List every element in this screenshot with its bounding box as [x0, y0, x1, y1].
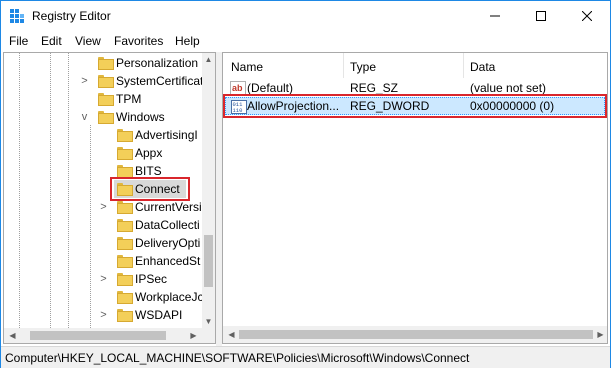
folder-icon [117, 165, 133, 178]
menu-bar: File Edit View Favorites Help [1, 31, 610, 51]
folder-icon [117, 237, 133, 250]
close-button[interactable] [564, 1, 610, 31]
column-separator[interactable] [343, 53, 344, 78]
registry-editor-icon [10, 9, 24, 23]
folder-icon [98, 75, 114, 88]
tree-vertical-scroll-thumb[interactable] [204, 235, 213, 287]
tree-horizontal-scrollbar[interactable]: ◀ ▶ [4, 328, 202, 343]
list-horizontal-scrollbar[interactable]: ◀ ▶ [223, 326, 607, 343]
tree-node-personalization[interactable]: Personalization [4, 54, 204, 72]
folder-icon [117, 219, 133, 232]
scroll-left-arrow-icon[interactable]: ◀ [6, 329, 19, 342]
column-separator[interactable] [463, 53, 464, 78]
list-horizontal-scroll-thumb[interactable] [239, 330, 593, 339]
expand-chevron-icon[interactable]: > [99, 309, 108, 321]
folder-icon [117, 291, 133, 304]
close-icon [582, 11, 592, 21]
tree-node-advertisinginfo[interactable]: AdvertisingI [4, 126, 204, 144]
minimize-icon [490, 15, 500, 17]
scroll-left-arrow-icon[interactable]: ◀ [225, 328, 238, 341]
tree-node-enhancedstorage[interactable]: EnhancedSt [4, 252, 204, 270]
menu-help[interactable]: Help [175, 34, 200, 48]
menu-file[interactable]: File [9, 34, 28, 48]
registry-editor-window: Registry Editor File Edit View Favorites… [0, 0, 611, 368]
minimize-button[interactable] [472, 1, 518, 31]
scrollbar-corner [202, 328, 215, 343]
tree-vertical-scrollbar[interactable]: ▲ ▼ [202, 53, 215, 328]
key-tree-pane[interactable]: Personalization > SystemCertificat TPM v… [3, 52, 216, 344]
folder-icon [117, 129, 133, 142]
tree-node-systemcertificates[interactable]: > SystemCertificat [4, 72, 204, 90]
folder-icon [117, 255, 133, 268]
tree-node-appx[interactable]: Appx [4, 144, 204, 162]
folder-icon [117, 147, 133, 160]
tree-horizontal-scroll-thumb[interactable] [30, 331, 166, 340]
menu-edit[interactable]: Edit [41, 34, 62, 48]
folder-icon [117, 201, 133, 214]
scroll-right-arrow-icon[interactable]: ▶ [187, 329, 200, 342]
string-value-icon: ab [230, 81, 246, 95]
column-header-type[interactable]: Type [350, 53, 376, 78]
expand-chevron-icon[interactable]: > [99, 273, 108, 285]
menu-favorites[interactable]: Favorites [114, 34, 163, 48]
svg-text:ab: ab [232, 83, 243, 93]
tree-node-datacollection[interactable]: DataCollecti [4, 216, 204, 234]
values-list-pane[interactable]: Name Type Data ab (Default) REG_SZ (valu… [222, 52, 608, 344]
scroll-down-arrow-icon[interactable]: ▼ [202, 315, 215, 328]
folder-open-icon [98, 111, 114, 124]
connect-highlight-box [110, 177, 190, 201]
editor-panes: Personalization > SystemCertificat TPM v… [1, 52, 610, 346]
title-bar: Registry Editor [1, 1, 610, 31]
folder-icon [98, 57, 114, 70]
column-header-data[interactable]: Data [470, 53, 495, 78]
maximize-icon [536, 11, 546, 21]
scroll-up-arrow-icon[interactable]: ▲ [202, 53, 215, 66]
collapse-chevron-icon[interactable]: v [80, 111, 89, 123]
tree-node-ipsec[interactable]: > IPSec [4, 270, 204, 288]
menu-view[interactable]: View [75, 34, 101, 48]
allowprojection-highlight-box [223, 94, 607, 118]
maximize-button[interactable] [518, 1, 564, 31]
scroll-right-arrow-icon[interactable]: ▶ [594, 328, 607, 341]
expand-chevron-icon[interactable]: > [80, 75, 89, 87]
status-bar: Computer\HKEY_LOCAL_MACHINE\SOFTWARE\Pol… [1, 346, 610, 368]
folder-icon [98, 93, 114, 106]
window-title: Registry Editor [32, 9, 111, 23]
folder-icon [117, 309, 133, 322]
tree-node-deliveryoptimization[interactable]: DeliveryOpti [4, 234, 204, 252]
tree-node-wsdapi[interactable]: > WSDAPI [4, 306, 204, 324]
column-header-name[interactable]: Name [231, 53, 263, 78]
expand-chevron-icon[interactable]: > [99, 201, 108, 213]
tree-node-workplacejoin[interactable]: WorkplaceJc [4, 288, 204, 306]
folder-icon [117, 273, 133, 286]
tree-node-windows[interactable]: v Windows [4, 108, 204, 126]
tree-node-tpm[interactable]: TPM [4, 90, 204, 108]
current-key-path: Computer\HKEY_LOCAL_MACHINE\SOFTWARE\Pol… [5, 351, 470, 365]
